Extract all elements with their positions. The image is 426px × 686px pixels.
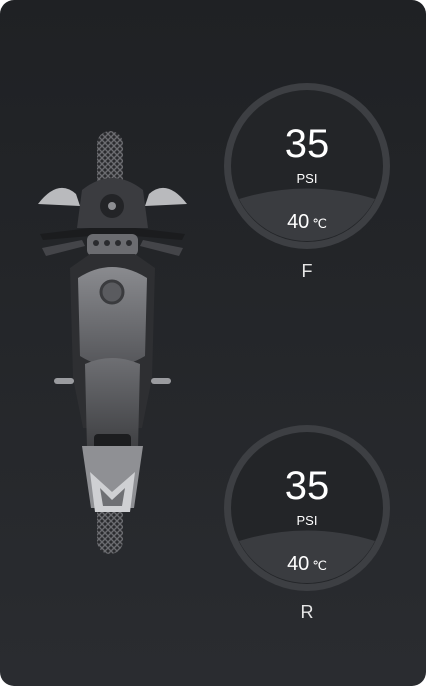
rear-temperature: 40 ℃: [221, 552, 393, 578]
front-tire-label: F: [301, 261, 313, 281]
tire-monitor-card: 35 PSI 40 ℃ F 35 PSI 40 ℃ R: [0, 0, 426, 686]
rear-pressure-unit: PSI: [296, 513, 318, 528]
rear-temperature-value: 40: [287, 553, 310, 575]
rear-tire-label: R: [300, 602, 314, 622]
rear-tire-gauge: 35 PSI 40 ℃: [221, 422, 393, 594]
front-temperature-value: 40: [287, 211, 310, 233]
front-temperature-unit: ℃: [312, 216, 327, 231]
rear-pressure-value: 35: [284, 464, 330, 508]
front-pressure-value: 35: [284, 122, 330, 166]
front-tire-gauge: 35 PSI 40 ℃: [221, 80, 393, 252]
motorcycle-top-view-icon: [38, 131, 187, 554]
front-pressure-unit: PSI: [296, 171, 318, 186]
rear-temperature-unit: ℃: [312, 558, 327, 573]
front-temperature: 40 ℃: [221, 210, 393, 236]
